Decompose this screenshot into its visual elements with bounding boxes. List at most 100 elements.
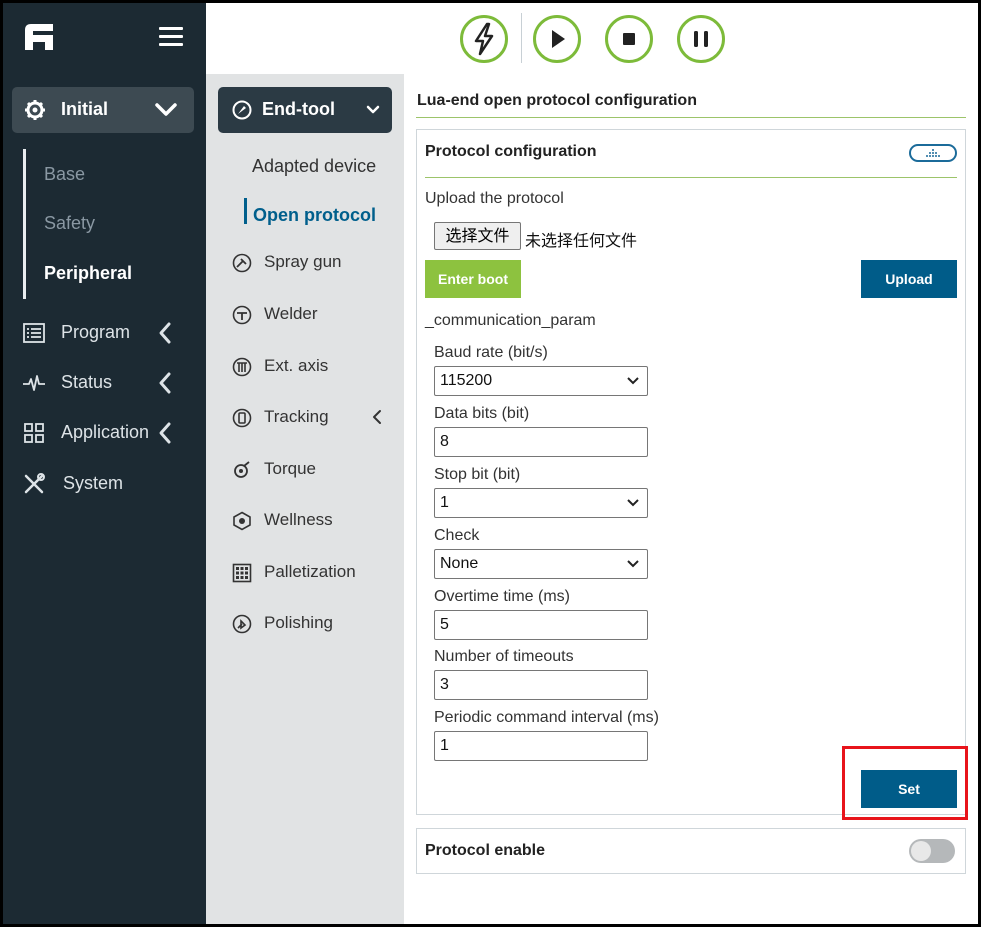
menu-item-label: Polishing [264, 613, 333, 632]
title-underline [416, 117, 966, 118]
pause-icon [694, 31, 708, 47]
chevron-left-icon [373, 410, 381, 424]
menu-item-spray-gun[interactable]: Spray gun [232, 250, 392, 276]
check-value: None [440, 555, 479, 572]
subnav-item-peripheral[interactable]: Peripheral [44, 263, 132, 284]
play-icon [552, 30, 565, 48]
pulse-icon [23, 375, 45, 391]
timeouts-input[interactable]: 3 [434, 670, 648, 700]
panel-title: Protocol configuration [425, 143, 597, 160]
chevron-down-icon [627, 377, 639, 385]
grid-icon [24, 423, 44, 443]
overtime-label: Overtime time (ms) [434, 588, 570, 605]
protocol-config-panel: Protocol configuration Upload the protoc… [416, 129, 966, 815]
choose-file-button[interactable]: 选择文件 [434, 222, 521, 250]
menu-item-label: Ext. axis [264, 356, 329, 375]
protocol-enable-label: Protocol enable [425, 842, 546, 859]
chevron-down-icon [366, 105, 380, 114]
periodic-interval-label: Periodic command interval (ms) [434, 709, 659, 726]
check-label: Check [434, 527, 480, 544]
menu-item-wellness[interactable]: Wellness [232, 508, 392, 534]
control-toolbar [206, 3, 978, 74]
ext-axis-icon [232, 357, 252, 377]
pause-button[interactable] [677, 15, 725, 63]
menu-item-torque[interactable]: Torque [232, 457, 392, 483]
data-bits-value: 8 [440, 433, 449, 450]
chevron-left-icon [159, 322, 171, 344]
stop-bit-label: Stop bit (bit) [434, 466, 521, 483]
nav-system-label: System [63, 473, 124, 493]
chevron-down-icon [627, 560, 639, 568]
menu-item-ext-axis[interactable]: Ext. axis [232, 354, 392, 380]
data-bits-input[interactable]: 8 [434, 427, 648, 457]
active-indicator [244, 198, 247, 224]
protocol-enable-toggle[interactable] [909, 839, 955, 863]
list-icon [23, 323, 45, 343]
menu-item-adapted-device[interactable]: Adapted device [252, 156, 376, 177]
palletization-icon [232, 563, 252, 583]
timeouts-value: 3 [440, 676, 449, 693]
menu-toggle-icon[interactable] [159, 27, 183, 47]
endtool-icon [232, 100, 252, 120]
menu-item-label: Palletization [264, 562, 356, 581]
menu-item-polishing[interactable]: Polishing [232, 611, 392, 637]
check-select[interactable]: None [434, 549, 648, 579]
highlight-box [842, 746, 968, 820]
subnav-item-base[interactable]: Base [44, 164, 85, 185]
stop-button[interactable] [605, 15, 653, 63]
chevron-left-icon [159, 422, 171, 444]
tracking-icon [232, 408, 252, 428]
endtool-header[interactable]: End-tool [218, 87, 392, 133]
nav-system[interactable]: System [22, 469, 187, 499]
nav-status[interactable]: Status [22, 368, 187, 398]
timeouts-label: Number of timeouts [434, 648, 574, 665]
baud-rate-select[interactable]: 115200 [434, 366, 648, 396]
endtool-label: End-tool [262, 99, 335, 119]
spray-gun-icon [232, 253, 252, 273]
menu-item-label: Torque [264, 459, 316, 478]
sidebar: Initial Base Safety Peripheral Program S… [3, 3, 206, 924]
menu-item-welder[interactable]: Welder [232, 302, 392, 328]
page-title: Lua-end open protocol configuration [417, 92, 697, 109]
chevron-left-icon [159, 372, 171, 394]
protocol-enable-panel: Protocol enable [416, 828, 966, 874]
chevron-down-icon [627, 499, 639, 507]
menu-item-palletization[interactable]: Palletization [232, 560, 392, 586]
chevron-down-icon [155, 103, 177, 116]
periodic-interval-input[interactable]: 1 [434, 731, 648, 761]
app-frame: Initial Base Safety Peripheral Program S… [3, 3, 978, 924]
stop-bit-value: 1 [440, 494, 449, 511]
nav-application[interactable]: Application [22, 418, 187, 448]
nav-initial[interactable]: Initial [12, 87, 194, 133]
file-status-text: 未选择任何文件 [525, 231, 638, 250]
stop-bit-select[interactable]: 1 [434, 488, 648, 518]
menu-item-label: Spray gun [264, 252, 342, 271]
subnav-line [23, 149, 26, 299]
data-bits-label: Data bits (bit) [434, 405, 530, 422]
nav-program[interactable]: Program [22, 318, 187, 348]
nav-program-label: Program [61, 322, 131, 342]
logo-icon [25, 24, 53, 50]
upload-button[interactable]: Upload [861, 260, 957, 298]
toggle-knob [911, 841, 931, 861]
nav-initial-label: Initial [61, 99, 109, 119]
menu-item-label: Welder [264, 304, 318, 323]
play-button[interactable] [533, 15, 581, 63]
power-button[interactable] [460, 15, 508, 63]
endtool-menu: End-tool Adapted device Open protocol Sp… [206, 74, 404, 924]
upload-protocol-label: Upload the protocol [425, 190, 564, 207]
overtime-input[interactable]: 5 [434, 610, 648, 640]
communication-param-label: _communication_param [425, 312, 596, 329]
collapse-toggle-icon[interactable] [909, 144, 957, 162]
menu-item-tracking[interactable]: Tracking [232, 405, 392, 431]
torque-icon [234, 461, 250, 478]
menu-item-open-protocol[interactable]: Open protocol [253, 205, 376, 226]
welder-icon [232, 305, 252, 325]
wellness-icon [233, 511, 251, 531]
gear-icon [25, 100, 45, 120]
subnav-item-safety[interactable]: Safety [44, 213, 95, 234]
periodic-interval-value: 1 [440, 737, 449, 754]
enter-boot-button[interactable]: Enter boot [425, 260, 521, 298]
baud-rate-label: Baud rate (bit/s) [434, 344, 548, 361]
stop-icon [623, 33, 635, 45]
